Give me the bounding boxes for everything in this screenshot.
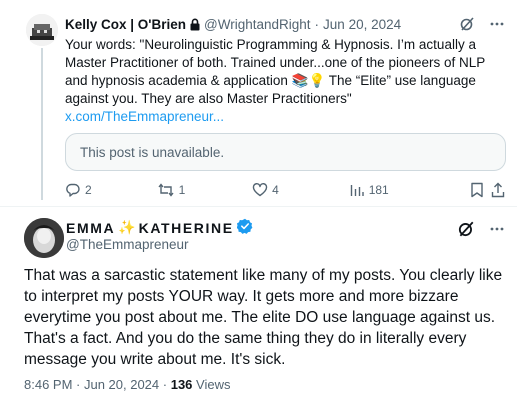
like-button[interactable]: 4 — [252, 182, 349, 198]
author-name[interactable]: Kelly Cox | O'Brien — [65, 17, 186, 32]
author-handle[interactable]: @WrightandRight — [204, 17, 311, 32]
reply-header: Kelly Cox | O'Brien @WrightandRight · Ju… — [65, 14, 505, 34]
post-date[interactable]: Jun 20, 2024 — [323, 17, 401, 32]
timestamp[interactable]: 8:46 PM · Jun 20, 2024 — [24, 377, 159, 392]
author-handle[interactable]: @TheEmmapreneur — [66, 237, 189, 252]
main-header-actions — [457, 220, 505, 243]
views-icon — [349, 182, 365, 198]
post-link[interactable]: x.com/TheEmmapreneur... — [65, 109, 224, 124]
reply-text: Your words: "Neurolinguistic Programming… — [65, 37, 486, 106]
avatar-image — [26, 14, 58, 46]
quoted-post-unavailable-text: This post is unavailable. — [80, 145, 225, 160]
like-icon — [252, 182, 268, 198]
views-label: Views — [192, 377, 231, 392]
more-icon[interactable] — [489, 221, 505, 242]
more-icon[interactable] — [489, 16, 505, 37]
avatar[interactable] — [26, 14, 58, 46]
views-button[interactable]: 181 — [349, 182, 470, 198]
reply-tweet[interactable]: Kelly Cox | O'Brien @WrightandRight · Ju… — [0, 0, 517, 210]
avatar[interactable] — [24, 218, 64, 258]
view-count: 181 — [368, 183, 389, 197]
tweet-meta: 8:46 PM · Jun 20, 2024 · 136 Views — [24, 377, 230, 392]
reply-header-actions — [459, 16, 505, 37]
separator-dot: · — [314, 16, 320, 32]
views-count: 136 — [170, 377, 193, 392]
author-name-first: EMMA — [66, 219, 116, 236]
reply-count: 2 — [85, 183, 92, 197]
like-count: 4 — [272, 183, 279, 197]
meta-separator: · — [159, 377, 171, 392]
author-display-name[interactable]: EMMA ✨ KATHERINE — [66, 218, 253, 237]
grok-icon[interactable] — [457, 220, 475, 243]
grok-icon[interactable] — [459, 16, 475, 37]
author-name-last: KATHERINE — [138, 219, 234, 236]
repost-count: 1 — [178, 183, 186, 197]
share-button[interactable] — [491, 182, 505, 198]
quoted-post[interactable]: This post is unavailable. — [65, 133, 506, 171]
main-tweet-text: That was a sarcastic statement like many… — [24, 267, 503, 368]
repost-button[interactable]: 1 — [157, 182, 253, 198]
reply-action-bar: 2 1 4 181 — [65, 180, 505, 200]
sparkle-emoji: ✨ — [118, 219, 136, 235]
share-icon — [491, 182, 505, 198]
divider — [0, 206, 517, 207]
verified-badge-icon — [236, 218, 253, 237]
repost-icon — [157, 182, 175, 198]
lock-icon — [189, 18, 201, 31]
bookmark-button[interactable] — [470, 182, 491, 198]
reply-body: Your words: "Neurolinguistic Programming… — [65, 36, 505, 126]
bookmark-icon — [470, 182, 484, 198]
reply-button[interactable]: 2 — [65, 182, 157, 198]
reply-icon — [65, 182, 81, 198]
avatar-image — [24, 218, 64, 258]
